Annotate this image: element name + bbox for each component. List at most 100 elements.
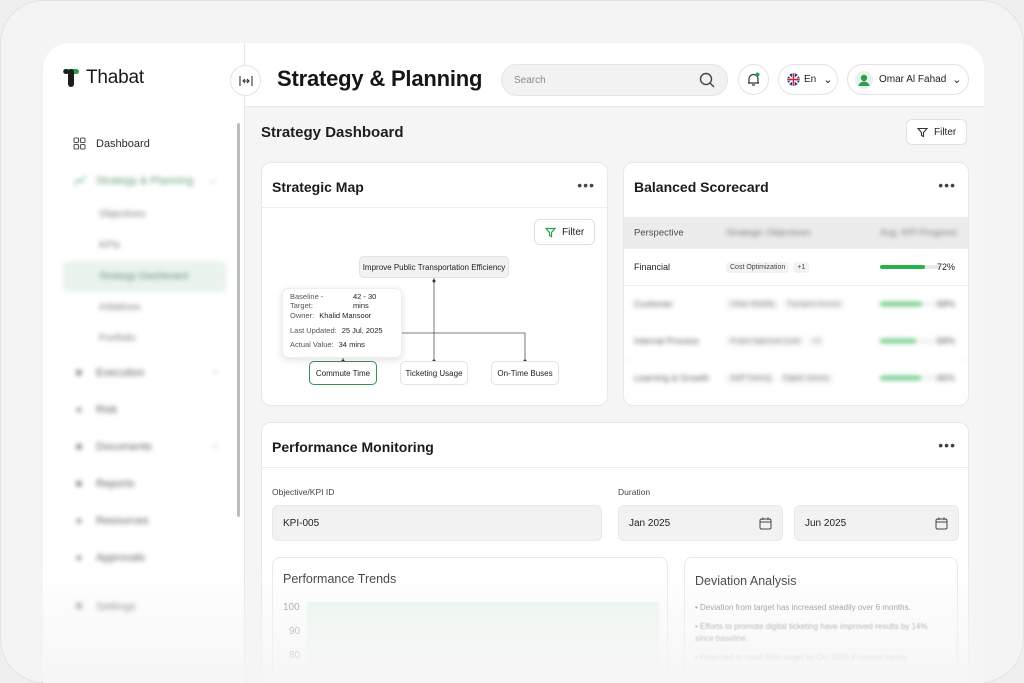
duration-from-input[interactable]: Jan 2025 bbox=[618, 505, 783, 541]
duration-label: Duration bbox=[618, 487, 651, 497]
progress-bar bbox=[880, 376, 942, 380]
dashboard-filter-button[interactable]: Filter bbox=[906, 119, 968, 145]
progress-value: 58% bbox=[937, 336, 956, 346]
y-tick-label: 80 bbox=[289, 650, 301, 661]
sidebar-subitem-initiatives[interactable]: Initiatives bbox=[63, 292, 227, 323]
user-menu[interactable]: Omar Al Fahad ⌄ bbox=[847, 64, 969, 95]
table-row[interactable]: Learning & Growth Staff Training Digital … bbox=[624, 360, 968, 397]
sidebar-item-documents[interactable]: ■ Documents › bbox=[63, 428, 227, 465]
chart-icon bbox=[72, 174, 86, 188]
filter-label: Filter bbox=[934, 126, 957, 138]
tooltip-value: Khalid Mansoor bbox=[319, 311, 372, 321]
sidebar-scrollbar[interactable] bbox=[237, 123, 240, 517]
search-placeholder: Search bbox=[514, 74, 546, 86]
perspective-cell: Customer bbox=[634, 299, 674, 309]
card-title: Performance Monitoring bbox=[272, 439, 434, 455]
progress-fill bbox=[880, 339, 916, 343]
performance-trends-panel: Performance Trends 100 90 80 bbox=[272, 557, 668, 683]
objectives-cell: Urban Mobility Transport Access bbox=[726, 298, 849, 310]
column-header: Avg. KPI Progress bbox=[880, 227, 958, 239]
sidebar-item-label: Strategy & Planning bbox=[96, 174, 194, 187]
logo[interactable]: Thabat bbox=[62, 67, 144, 89]
trend-area bbox=[307, 602, 659, 682]
tooltip-label: Actual Value: bbox=[290, 340, 334, 350]
search-input[interactable]: Search bbox=[501, 64, 728, 96]
filter-icon bbox=[917, 127, 928, 137]
duration-to-value: Jun 2025 bbox=[805, 517, 847, 529]
map-node-ticketing-usage[interactable]: Ticketing Usage bbox=[400, 361, 468, 385]
more-options-icon[interactable]: ••• bbox=[938, 177, 956, 193]
table-row[interactable]: Internal Process Project Approval Cycle +… bbox=[624, 323, 968, 360]
folder-icon: ■ bbox=[75, 366, 83, 379]
app-name: Thabat bbox=[86, 67, 144, 88]
map-node-commute-time[interactable]: Commute Time bbox=[309, 361, 377, 385]
calendar-icon bbox=[935, 517, 948, 529]
collapse-sidebar-button[interactable] bbox=[230, 65, 261, 96]
objectives-cell: Staff Training Digital Literacy bbox=[726, 372, 837, 384]
panel-title: Deviation Analysis bbox=[695, 574, 797, 588]
sidebar-item-dashboard[interactable]: Dashboard bbox=[63, 125, 227, 162]
sidebar-item-label: Risk bbox=[96, 403, 118, 416]
sidebar-item-label: Documents bbox=[96, 440, 152, 453]
duration-from-value: Jan 2025 bbox=[629, 517, 671, 529]
sidebar-subitem-strategy-dashboard[interactable]: Strategy Dashboard bbox=[63, 261, 227, 292]
sidebar-item-settings[interactable]: ✱ Settings bbox=[63, 588, 227, 625]
duration-to-input[interactable]: Jun 2025 bbox=[794, 505, 959, 541]
notifications-button[interactable] bbox=[738, 64, 769, 95]
sidebar-item-approvals[interactable]: ● Approvals bbox=[63, 539, 227, 576]
chevron-right-icon: › bbox=[213, 367, 217, 378]
more-options-icon[interactable]: ••• bbox=[938, 437, 956, 453]
language-selector[interactable]: En ⌄ bbox=[778, 64, 838, 95]
sidebar-item-label: Reports bbox=[96, 477, 135, 490]
sidebar-item-label: Settings bbox=[96, 600, 136, 613]
kpi-id-label: Objective/KPI ID bbox=[272, 487, 335, 497]
tooltip-value: 34 mins bbox=[338, 340, 365, 350]
deviation-text: Projected to meet 90% target by Oct 2025… bbox=[700, 653, 907, 662]
card-title: Balanced Scorecard bbox=[634, 179, 769, 195]
y-tick-label: 90 bbox=[289, 626, 301, 637]
sidebar-item-execution[interactable]: ■ Execution › bbox=[63, 354, 227, 391]
progress-value: 66% bbox=[937, 373, 956, 383]
map-node-root[interactable]: Improve Public Transportation Efficiency bbox=[359, 256, 509, 278]
sidebar-item-label: Execution bbox=[96, 366, 145, 379]
table-row[interactable]: Customer Urban Mobility Transport Access … bbox=[624, 286, 968, 323]
more-chip: +1 bbox=[793, 262, 810, 273]
column-header: Strategic Objectives bbox=[726, 227, 811, 239]
table-row[interactable]: Financial Cost Optimization +1 72% bbox=[624, 249, 968, 286]
approval-icon: ● bbox=[75, 551, 83, 564]
report-icon: ■ bbox=[75, 477, 83, 490]
risk-icon: ● bbox=[75, 403, 83, 416]
sidebar-subitem-kpis[interactable]: KPIs bbox=[63, 230, 227, 261]
sidebar: Thabat Dashboard Strategy & Planning ⌄ O… bbox=[43, 43, 245, 683]
objective-chip: Urban Mobility bbox=[726, 299, 779, 310]
list-item: • Projected to meet 90% target by Oct 20… bbox=[695, 653, 907, 662]
sidebar-subitem-portfolio[interactable]: Portfolio bbox=[63, 323, 227, 354]
sidebar-subitem-objectives[interactable]: Objectives bbox=[63, 199, 227, 230]
sidebar-item-risk[interactable]: ● Risk bbox=[63, 391, 227, 428]
map-node-on-time-buses[interactable]: On-Time Buses bbox=[491, 361, 559, 385]
sidebar-item-strategy-planning[interactable]: Strategy & Planning ⌄ bbox=[63, 162, 227, 199]
user-name: Omar Al Fahad bbox=[879, 74, 947, 85]
sidebar-item-reports[interactable]: ■ Reports bbox=[63, 465, 227, 502]
tooltip-label: Last Updated: bbox=[290, 325, 337, 335]
deviation-text: Efforts to promote digital ticketing hav… bbox=[695, 622, 928, 643]
scorecard-table-header: Perspective Strategic Objectives Avg. KP… bbox=[624, 217, 968, 249]
app-screen: Thabat Dashboard Strategy & Planning ⌄ O… bbox=[43, 43, 984, 683]
grid-icon bbox=[72, 137, 86, 151]
top-header: Strategy & Planning Search En ⌄ Omar Al … bbox=[230, 43, 984, 107]
progress-value: 68% bbox=[937, 299, 956, 309]
progress-fill bbox=[880, 376, 921, 380]
perspective-cell: Learning & Growth bbox=[634, 373, 710, 383]
balanced-scorecard-card: Balanced Scorecard ••• Perspective Strat… bbox=[623, 162, 969, 406]
deviation-analysis-panel: Deviation Analysis • Deviation from targ… bbox=[684, 557, 958, 683]
sidebar-item-label: Approvals bbox=[96, 551, 145, 564]
strategic-map-card: Strategic Map ••• Filter Improve Public … bbox=[261, 162, 608, 406]
perspective-cell: Internal Process bbox=[634, 336, 700, 346]
chevron-down-icon: ⌄ bbox=[952, 74, 962, 86]
sidebar-item-resources[interactable]: ● Resources bbox=[63, 502, 227, 539]
objective-chip: Staff Training bbox=[726, 373, 776, 384]
calendar-icon bbox=[759, 517, 772, 529]
objective-chip: Transport Access bbox=[782, 299, 845, 310]
kpi-id-input[interactable]: KPI-005 bbox=[272, 505, 602, 541]
deviation-list: • Deviation from target has increased st… bbox=[695, 602, 945, 671]
